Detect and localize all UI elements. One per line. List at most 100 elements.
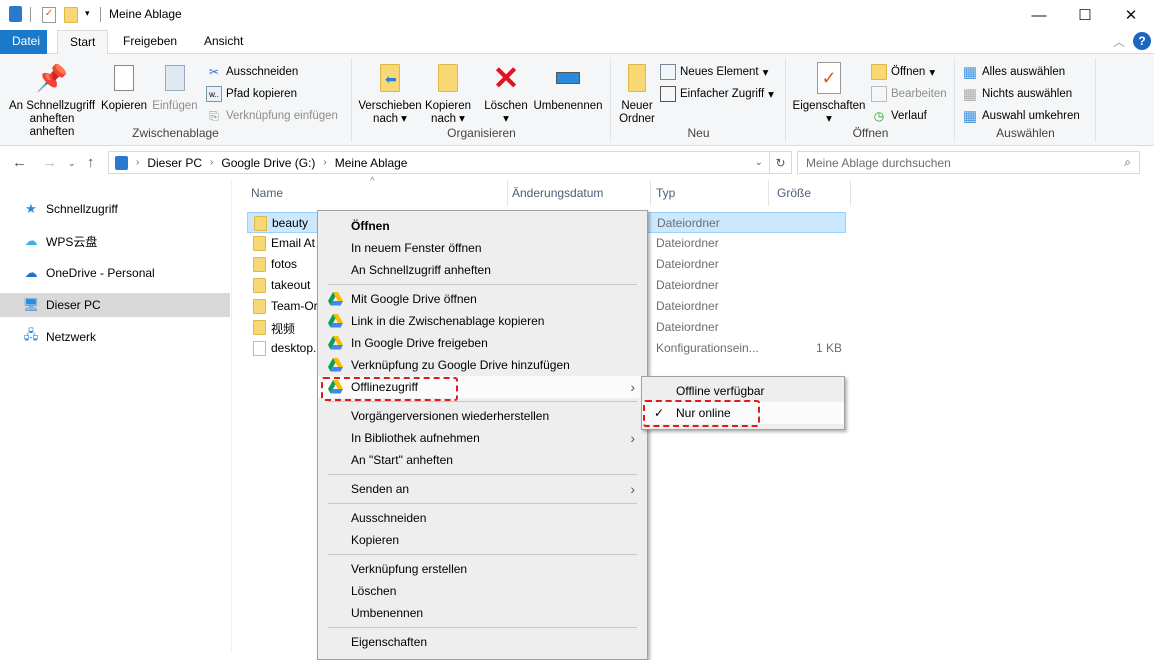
customize-quick-access-icon[interactable]: ▾ <box>85 8 90 19</box>
scissors-icon: ✂ <box>208 65 220 79</box>
menu-item-copy[interactable]: Kopieren <box>318 529 647 551</box>
new-folder-quick-icon[interactable] <box>64 7 78 23</box>
pin-icon: 📌 <box>35 62 69 93</box>
menu-item-create-shortcut[interactable]: Verknüpfung erstellen <box>318 558 647 580</box>
column-header-date[interactable]: Änderungsdatum <box>512 186 603 200</box>
forward-icon[interactable]: → <box>42 154 57 171</box>
folder-icon <box>253 299 266 314</box>
menu-item-open-new-window[interactable]: In neuem Fenster öffnen <box>318 237 647 259</box>
back-icon[interactable]: ← <box>12 154 27 171</box>
breadcrumb-item[interactable]: Meine Ablage <box>335 156 408 170</box>
properties-button[interactable]: ✓ Eigenschaften ▾ <box>789 62 869 126</box>
menu-item-restore-versions[interactable]: Vorgängerversionen wiederherstellen <box>318 405 647 427</box>
menu-item-cut[interactable]: Ausschneiden <box>318 507 647 529</box>
menu-item-gd-open[interactable]: Mit Google Drive öffnen <box>318 288 647 310</box>
menu-item-include-library[interactable]: In Bibliothek aufnehmen › <box>318 427 647 449</box>
new-item-button[interactable]: Neues Element ▾ <box>660 62 768 82</box>
menu-item-send-to[interactable]: Senden an › <box>318 478 647 500</box>
menu-separator <box>328 554 637 555</box>
file-name: takeout <box>271 278 311 292</box>
properties-quick-icon[interactable]: ✓ <box>42 7 56 23</box>
ribbon: 📌 An Schnellzugriff anheften anheften Kopi… <box>0 54 1154 146</box>
group-label: Organisieren <box>447 126 516 140</box>
rename-button[interactable]: Umbenennen <box>531 62 605 113</box>
column-divider[interactable] <box>650 180 651 206</box>
move-icon: ⬅ <box>374 62 406 94</box>
select-all-button[interactable]: ▦ Alles auswählen <box>962 62 1065 82</box>
nav-item-dieser-pc[interactable]: 🖥 Dieser PC <box>0 293 230 317</box>
paste-shortcut-button[interactable]: ⎘ Verknüpfung einfügen <box>206 106 338 126</box>
chevron-right-icon: › <box>630 379 635 395</box>
edit-button[interactable]: Bearbeiten <box>871 84 947 104</box>
window-title: Meine Ablage <box>109 7 182 21</box>
refresh-button[interactable]: ↻ <box>770 151 792 174</box>
column-divider[interactable] <box>507 180 508 206</box>
copy-path-button[interactable]: w.. Pfad kopieren <box>206 84 297 104</box>
open-button[interactable]: Öffnen ▾ <box>871 62 935 82</box>
folder-icon <box>254 216 267 231</box>
close-button[interactable]: ✕ <box>1108 0 1154 30</box>
drive-icon <box>9 6 22 22</box>
menu-item-delete[interactable]: Löschen <box>318 580 647 602</box>
select-none-button[interactable]: ▦ Nichts auswählen <box>962 84 1072 104</box>
submenu-item-available-offline[interactable]: Offline verfügbar <box>642 380 844 402</box>
nav-item-netzwerk[interactable]: 🖧 Netzwerk <box>0 325 230 349</box>
navigation-pane: ★ Schnellzugriff ☁ WPS云盘 ☁ OneDrive - Perso… <box>0 180 232 653</box>
paste-button[interactable]: Einfügen <box>151 62 199 113</box>
nav-item-schnellzugriff[interactable]: ★ Schnellzugriff <box>0 197 230 221</box>
address-bar[interactable]: › Dieser PC › Google Drive (G:) › Meine … <box>108 151 770 174</box>
group-label: Auswählen <box>996 126 1055 140</box>
menu-separator <box>328 401 637 402</box>
tab-ansicht[interactable]: Ansicht <box>192 30 255 54</box>
menu-item-pin-start[interactable]: An "Start" anheften <box>318 449 647 471</box>
nav-item-onedrive[interactable]: ☁ OneDrive - Personal <box>0 261 230 285</box>
easy-access-button[interactable]: Einfacher Zugriff ▾ <box>660 84 774 104</box>
google-drive-icon <box>328 292 343 306</box>
recent-dropdown-icon[interactable]: ⌄ <box>68 158 76 169</box>
delete-button[interactable]: ✕ Löschen ▾ <box>481 62 531 126</box>
menu-item-gd-share[interactable]: In Google Drive freigeben <box>318 332 647 354</box>
file-name: Team-Or <box>271 299 318 313</box>
history-button[interactable]: ◷ Verlauf <box>871 106 927 126</box>
maximize-button[interactable]: ☐ <box>1062 0 1108 30</box>
edit-icon <box>871 86 887 102</box>
column-divider[interactable] <box>768 180 769 206</box>
search-input[interactable]: Meine Ablage durchsuchen ⌕ <box>797 151 1140 174</box>
copy-button[interactable]: Kopieren <box>100 62 148 113</box>
minimize-button[interactable]: — <box>1016 0 1062 30</box>
menu-item-rename[interactable]: Umbenennen <box>318 602 647 624</box>
menu-item-open[interactable]: Öffnen <box>318 215 647 237</box>
tab-datei[interactable]: Datei <box>0 30 47 54</box>
breadcrumb-item[interactable]: Google Drive (G:) <box>221 156 315 170</box>
column-header-name[interactable]: Name <box>251 186 283 200</box>
nav-item-wps[interactable]: ☁ WPS云盘 <box>0 229 230 253</box>
up-icon[interactable]: ↑ <box>87 154 95 171</box>
tab-start[interactable]: Start <box>57 30 109 55</box>
menu-item-pin-quick-access[interactable]: An Schnellzugriff anheften <box>318 259 647 281</box>
column-header-type[interactable]: Typ <box>656 186 675 200</box>
column-divider[interactable] <box>850 180 851 206</box>
properties-icon: ✓ <box>817 62 841 94</box>
file-type: Dateiordner <box>656 257 719 271</box>
group-zwischenablage: 📌 An Schnellzugriff anheften anheften Kopi… <box>0 58 352 142</box>
file-name: 视频 <box>271 322 296 336</box>
breadcrumb-item[interactable]: Dieser PC <box>147 156 202 170</box>
move-to-button[interactable]: ⬅ Verschieben nach ▾ <box>357 62 423 126</box>
ribbon-tabs: Datei Start Freigeben Ansicht ︿ ? <box>0 30 1154 55</box>
chevron-right-icon: › <box>323 157 327 168</box>
file-name: Email At <box>271 236 316 250</box>
address-dropdown-icon[interactable]: ⌄ <box>755 157 763 168</box>
collapse-ribbon-icon[interactable]: ︿ <box>1113 33 1125 50</box>
cut-button[interactable]: ✂ Ausschneiden <box>206 62 298 82</box>
menu-item-properties[interactable]: Eigenschaften <box>318 631 647 653</box>
menu-item-gd-shortcut[interactable]: Verknüpfung zu Google Drive hinzufügen <box>318 354 647 376</box>
help-icon[interactable]: ? <box>1133 32 1151 50</box>
menu-item-gd-link[interactable]: Link in die Zwischenablage kopieren <box>318 310 647 332</box>
group-label: Öffnen <box>852 126 889 140</box>
tab-freigeben[interactable]: Freigeben <box>111 30 189 54</box>
column-header-size[interactable]: Größe <box>777 186 811 200</box>
delete-x-icon: ✕ <box>492 59 520 96</box>
invert-selection-button[interactable]: ▦ Auswahl umkehren <box>962 106 1080 126</box>
new-folder-button[interactable]: Neuer Ordner <box>614 62 660 126</box>
copy-to-button[interactable]: Kopieren nach ▾ <box>423 62 473 126</box>
